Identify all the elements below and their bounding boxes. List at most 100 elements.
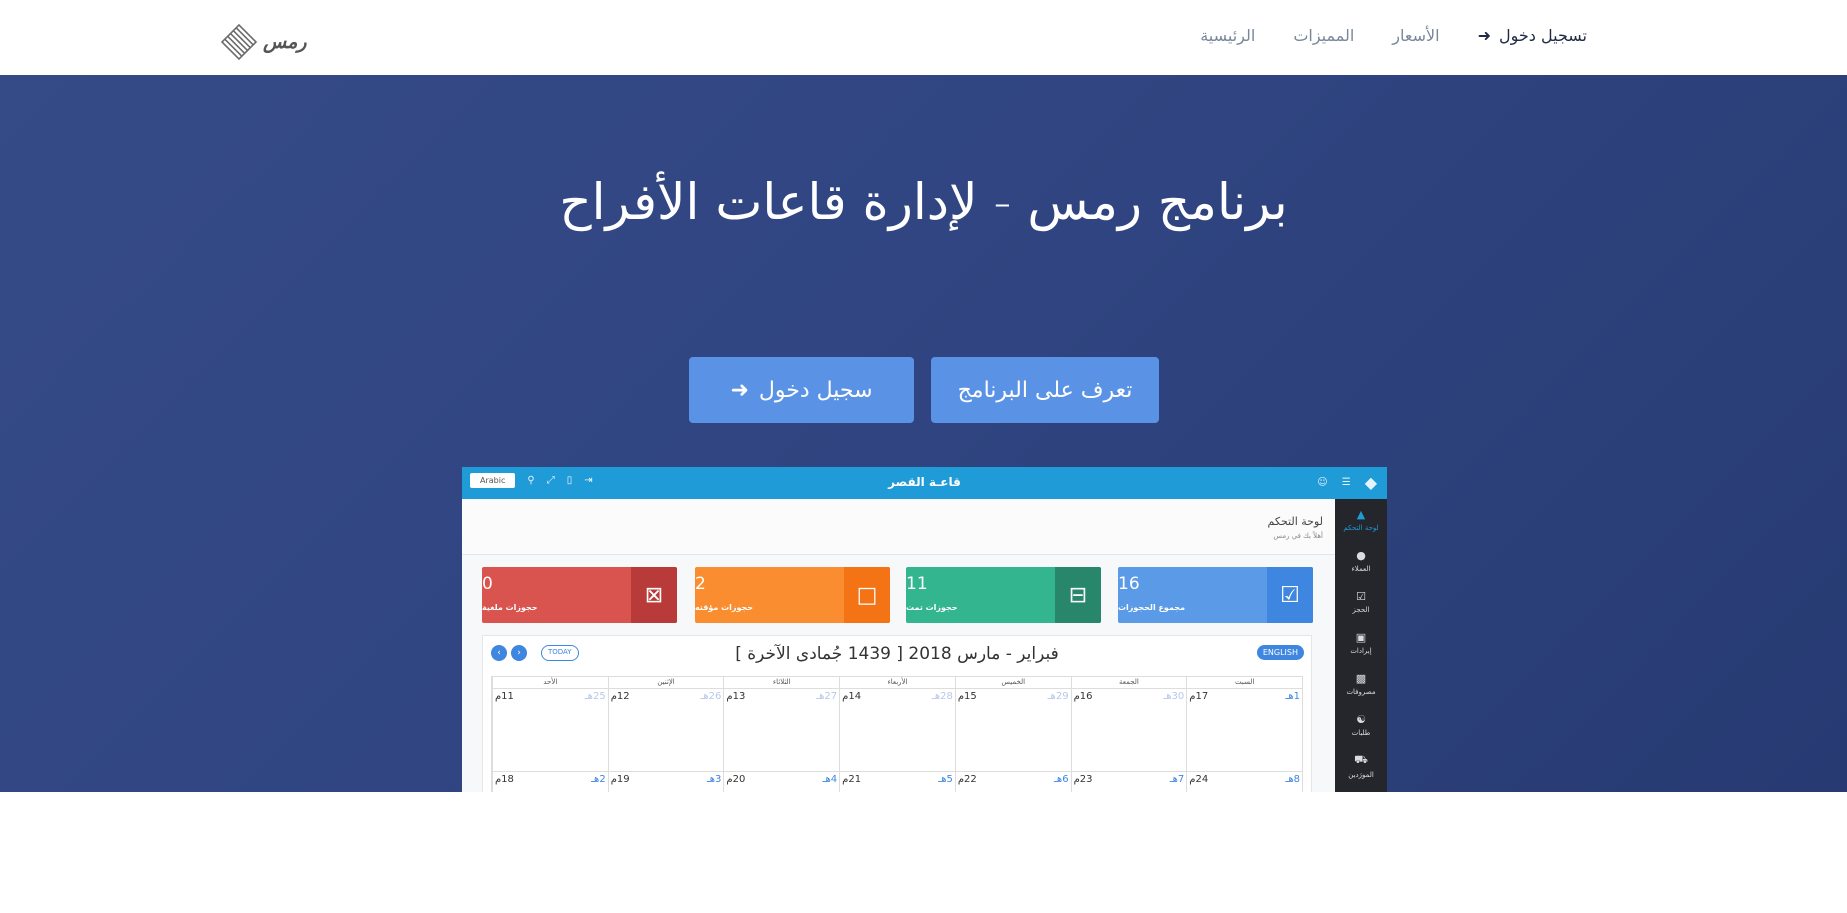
page-header: لوحة التحكم أهلاً بك في رمس [462,499,1335,555]
stat-temporary-bookings[interactable]: □ 2 حجوزات مؤقته [695,567,890,623]
stat-completed-bookings[interactable]: ⊟ 11 حجوزات تمت [906,567,1101,623]
nav-links: الرئيسية المميزات الأسعار تسجيل دخول ➜ [1200,26,1587,45]
stat-value: 2 [695,574,706,594]
gregorian-date: 21م [842,774,862,785]
page-subtitle: أهلاً بك في رمس [1273,532,1323,540]
day-header: الثلاثاء [723,677,839,688]
nav-login[interactable]: تسجيل دخول ➜ [1478,26,1587,45]
day-header: الإثنين [607,677,724,688]
gregorian-date: 13م [726,691,746,702]
calendar-day-cell[interactable]: 20م 4هـ [723,772,839,792]
stat-label: حجوزات تمت [906,603,958,612]
stat-value: 0 [482,574,493,594]
gregorian-date: 22م [957,774,977,785]
today-button[interactable]: TODAY [541,645,579,661]
sidebar-item-booking[interactable]: ☑ الحجز [1335,581,1387,622]
calendar-nav: ‹ › TODAY [491,645,579,661]
calendar-week: 24م 8هـ 23م 7هـ 22م 6هـ 21م 5هـ 20م 4هـ 19م 3ه… [491,772,1303,792]
calendar-check-icon: ☑ [1267,567,1313,623]
app-topbar-left: ⇥ ▯ ⤢ ⚲ Arabic [470,473,593,488]
nav-login-label: تسجيل دخول [1499,26,1587,45]
hijri-date: 1هـ [1285,691,1300,702]
nav-features[interactable]: المميزات [1293,26,1354,45]
hero-section: برنامج رمس - لإدارة قاعات الأفراح تعرف ع… [0,75,1847,792]
sidebar-item-suppliers[interactable]: ⛟ المورَدين [1335,745,1387,786]
hijri-date: 2هـ [591,774,606,785]
request-icon: ☯ [1356,712,1366,726]
app-logo-icon: ◆ [1364,473,1377,492]
expand-icon[interactable]: ⤢ [547,475,555,486]
stat-label: حجوزات ملغية [482,603,538,612]
calendar-day-cell[interactable]: 23م 7هـ [1070,772,1187,792]
sidebar-item-label: إيرادات [1350,646,1372,655]
calendar-times-icon: ⊠ [631,567,677,623]
hijri-date: 7هـ [1169,774,1185,785]
prev-month-icon[interactable]: ‹ [491,645,507,661]
sidebar-item-revenue[interactable]: ▣ إيرادات [1335,622,1387,663]
booking-calendar: فبراير - مارس 2018 [ 1439 جُمادى الآخرة … [482,635,1312,792]
calendar-day-cell[interactable]: 11م 25هـ [491,689,608,771]
sidebar-item-label: العملاء [1351,564,1371,573]
hijri-date: 27هـ [816,691,838,702]
next-month-icon[interactable]: › [511,645,527,661]
day-header: الجمعة [1070,677,1187,688]
user-icon[interactable]: ☺ [1317,477,1327,488]
sidebar-item-requests[interactable]: ☯ طلبات [1335,704,1387,745]
calendar-day-cell[interactable]: 17م 1هـ [1186,689,1302,771]
gregorian-date: 11م [494,691,514,702]
gregorian-date: 24م [1189,774,1209,785]
calendar-day-cell[interactable]: 22م 6هـ [954,772,1071,792]
sidebar-item-label: المورَدين [1348,770,1374,779]
sidebar-item-dashboard[interactable]: ▲ لوحة التحكم [1335,499,1387,540]
hero-login-button[interactable]: سجيل دخول ➜ [689,357,914,423]
nav-pricing[interactable]: الأسعار [1392,26,1439,45]
calendar-day-cell[interactable]: 15م 29هـ [954,689,1071,771]
gregorian-date: 18م [494,774,514,785]
hijri-date: 30هـ [1163,691,1185,702]
stat-label: مجموع الحجوزات [1118,603,1186,612]
tablet-icon[interactable]: ▯ [567,475,573,486]
sign-in-icon: ➜ [730,377,749,403]
calendar-day-cell[interactable]: 18م 2هـ [491,772,608,792]
stat-cancelled-bookings[interactable]: ⊠ 0 حجوزات ملغية [482,567,677,623]
page-title: لوحة التحكم [1267,515,1323,528]
hero-login-label: سجيل دخول [758,377,873,403]
calendar-day-cell[interactable]: 13م 27هـ [723,689,839,771]
gregorian-date: 23م [1073,774,1093,785]
money-icon: ▣ [1355,630,1367,644]
english-toggle-button[interactable]: ENGLISH [1256,645,1304,660]
hijri-date: 26هـ [700,691,722,702]
calendar-day-cell[interactable]: 14م 28هـ [839,689,955,771]
calendar-grid: السبت الجمعة الخميس الأربعاء الثلاثاء ال… [491,676,1303,792]
nav-home[interactable]: الرئيسية [1200,26,1255,45]
calendar-day-cell[interactable]: 12م 26هـ [607,689,724,771]
brand-logo[interactable]: رمس [220,23,307,61]
hijri-date: 3هـ [706,774,722,785]
gregorian-date: 19م [610,774,630,785]
calendar-day-cell[interactable]: 21م 5هـ [839,772,955,792]
search-icon[interactable]: ⚲ [527,475,534,486]
stat-total-bookings[interactable]: ☑ 16 مجموع الحجوزات [1118,567,1313,623]
day-header: الخميس [954,677,1071,688]
language-button[interactable]: Arabic [470,473,516,488]
sidebar-item-clients[interactable]: ● العملاء [1335,540,1387,581]
stat-label: حجوزات مؤقته [695,603,754,612]
logout-icon[interactable]: ⇥ [584,475,592,486]
dashboard-icon: ▲ [1356,507,1366,521]
day-header: الأربعاء [839,677,955,688]
hijri-date: 25هـ [584,691,606,702]
calendar-day-cell[interactable]: 19م 3هـ [607,772,724,792]
learn-more-button[interactable]: تعرف على البرنامج [931,357,1159,423]
calendar-day-cell[interactable]: 24م 8هـ [1186,772,1302,792]
calendar-day-cell[interactable]: 16م 30هـ [1070,689,1187,771]
user-icon: ● [1356,548,1366,562]
calendar-check-icon: ☑ [1356,589,1366,603]
gregorian-date: 15م [957,691,977,702]
day-header: السبت [1186,677,1302,688]
app-sidebar: ▲ لوحة التحكم ● العملاء ☑ الحجز ▣ إيرادا… [1335,499,1387,792]
sidebar-item-expenses[interactable]: ▩ مصروفات [1335,663,1387,704]
app-topbar: قاعـة القصر ☺ ☰ ◆ ⇥ ▯ ⤢ ⚲ Arabic [462,467,1387,499]
calendar-minus-icon: ⊟ [1055,567,1101,623]
menu-icon[interactable]: ☰ [1342,477,1351,488]
stat-value: 11 [906,574,928,594]
